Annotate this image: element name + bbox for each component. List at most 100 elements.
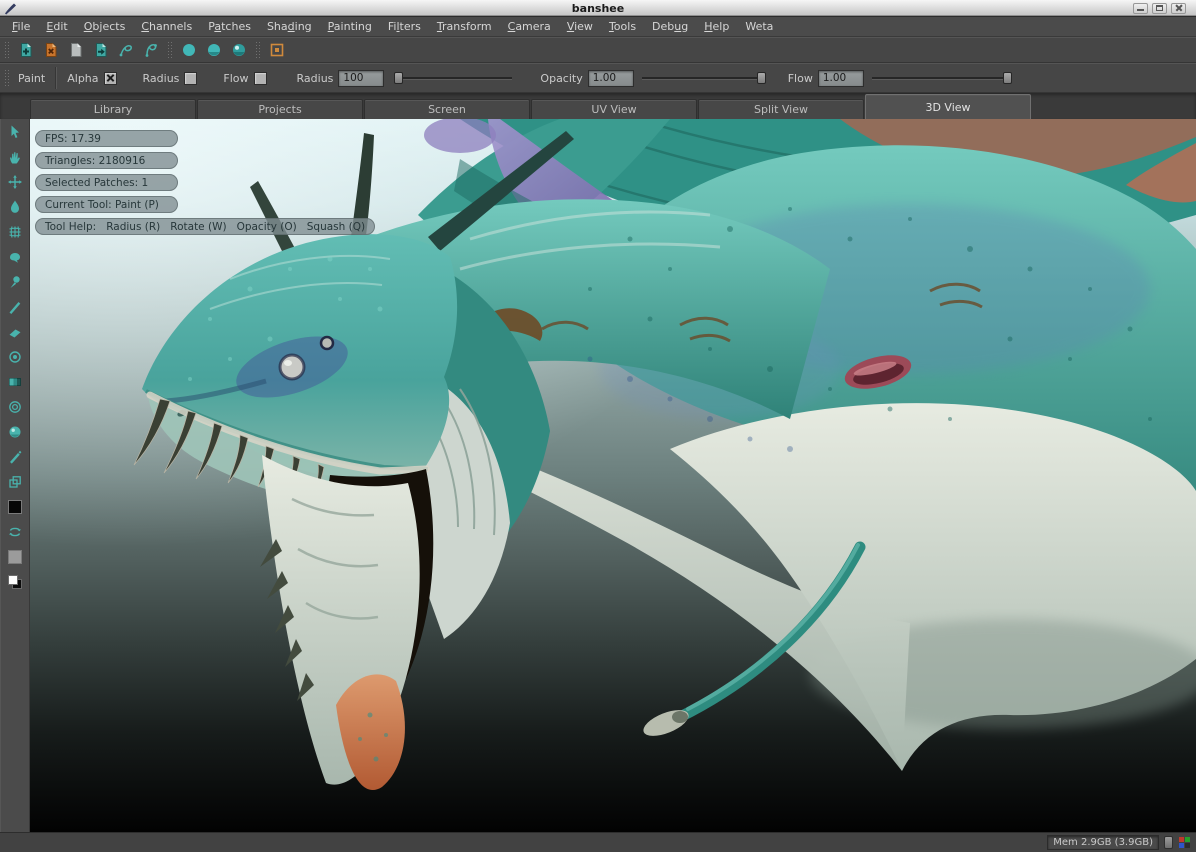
close-button[interactable] bbox=[1171, 3, 1186, 14]
tool-smear[interactable] bbox=[4, 247, 26, 267]
import-project-button[interactable] bbox=[88, 39, 113, 61]
tool-clone-stamp[interactable] bbox=[4, 472, 26, 492]
toolbar-grip[interactable] bbox=[4, 41, 9, 59]
maximize-icon bbox=[1156, 5, 1163, 11]
path-curve-icon bbox=[118, 42, 134, 58]
menu-debug[interactable]: Debug bbox=[644, 17, 696, 36]
menu-channels[interactable]: Channels bbox=[133, 17, 200, 36]
save-project-button[interactable] bbox=[63, 39, 88, 61]
menu-objects[interactable]: Objects bbox=[76, 17, 134, 36]
select-arrow-icon bbox=[7, 124, 23, 140]
doc-import-icon bbox=[93, 42, 109, 58]
translate-icon bbox=[7, 174, 23, 190]
menu-help[interactable]: Help bbox=[696, 17, 737, 36]
menu-weta[interactable]: Weta bbox=[737, 17, 781, 36]
status-handle[interactable] bbox=[1164, 836, 1173, 849]
shading-shaded-button[interactable] bbox=[201, 39, 226, 61]
tool-liquify[interactable] bbox=[4, 197, 26, 217]
tool-eraser[interactable] bbox=[4, 322, 26, 342]
menu-bar: FileEditObjectsChannelsPatchesShadingPai… bbox=[0, 16, 1196, 37]
tool-transform[interactable] bbox=[4, 172, 26, 192]
radius-slider-label: Radius bbox=[297, 72, 334, 85]
flow-slider-handle[interactable] bbox=[1003, 72, 1012, 84]
opacity-slider-handle[interactable] bbox=[757, 72, 766, 84]
opacity-slider[interactable] bbox=[642, 71, 766, 85]
new-project-button[interactable] bbox=[13, 39, 38, 61]
minimize-button[interactable] bbox=[1133, 3, 1148, 14]
tool-sphere-paint[interactable] bbox=[4, 422, 26, 442]
color-channels-icon[interactable] bbox=[1178, 836, 1191, 849]
menu-file[interactable]: File bbox=[4, 17, 38, 36]
gradient-icon bbox=[7, 374, 23, 390]
tool-gradient[interactable] bbox=[4, 372, 26, 392]
close-icon bbox=[1175, 4, 1183, 12]
tab-3d-view[interactable]: 3D View bbox=[865, 94, 1031, 119]
shading-flat-button[interactable] bbox=[176, 39, 201, 61]
tool-select[interactable] bbox=[4, 122, 26, 142]
spline-curve-icon bbox=[143, 42, 159, 58]
radius-toggle-label: Radius bbox=[143, 72, 180, 85]
radius-field[interactable]: 100 bbox=[338, 70, 384, 87]
pin-icon bbox=[7, 274, 23, 290]
alpha-checkbox[interactable] bbox=[104, 72, 117, 85]
radius-checkbox[interactable] bbox=[184, 72, 197, 85]
radius-slider[interactable] bbox=[394, 71, 512, 85]
hud-fps: FPS: 17.39 bbox=[35, 130, 178, 147]
viewport-3d[interactable]: FPS: 17.39 Triangles: 2180916 Selected P… bbox=[30, 119, 1196, 832]
menu-tools[interactable]: Tools bbox=[601, 17, 644, 36]
memory-indicator: Mem 2.9GB (3.9GB) bbox=[1047, 835, 1159, 850]
tool-palette bbox=[0, 119, 30, 832]
menu-edit[interactable]: Edit bbox=[38, 17, 75, 36]
alpha-toggle-label: Alpha bbox=[67, 72, 98, 85]
active-tool-label: Paint bbox=[18, 72, 45, 85]
menu-shading[interactable]: Shading bbox=[259, 17, 320, 36]
tool-paint[interactable] bbox=[4, 297, 26, 317]
opacity-field[interactable]: 1.00 bbox=[588, 70, 634, 87]
menu-camera[interactable]: Camera bbox=[500, 17, 559, 36]
swap-colors-icon bbox=[7, 524, 23, 540]
dodge-icon bbox=[7, 349, 23, 365]
spline-tool-button[interactable] bbox=[138, 39, 163, 61]
tool-warp-grid[interactable] bbox=[4, 222, 26, 242]
tool-pan[interactable] bbox=[4, 147, 26, 167]
clone-icon bbox=[7, 474, 23, 490]
tool-background-color[interactable] bbox=[4, 547, 26, 567]
path-tool-button[interactable] bbox=[113, 39, 138, 61]
tool-reset-colors[interactable] bbox=[4, 572, 26, 592]
radius-slider-handle[interactable] bbox=[394, 72, 403, 84]
tool-foreground-color[interactable] bbox=[4, 497, 26, 517]
maximize-button[interactable] bbox=[1152, 3, 1167, 14]
title-bar: banshee bbox=[0, 0, 1196, 16]
blur-rings-icon bbox=[7, 399, 23, 415]
toolbar-grip[interactable] bbox=[167, 41, 172, 59]
tool-dodge[interactable] bbox=[4, 347, 26, 367]
menu-painting[interactable]: Painting bbox=[320, 17, 380, 36]
toolbar-grip[interactable] bbox=[4, 69, 9, 87]
tool-pin[interactable] bbox=[4, 272, 26, 292]
projection-mode-button[interactable] bbox=[264, 39, 289, 61]
flow-checkbox[interactable] bbox=[254, 72, 267, 85]
eraser-icon bbox=[7, 324, 23, 340]
shading-specular-button[interactable] bbox=[226, 39, 251, 61]
flow-field[interactable]: 1.00 bbox=[818, 70, 864, 87]
menu-filters[interactable]: Filters bbox=[380, 17, 429, 36]
menu-view[interactable]: View bbox=[559, 17, 601, 36]
tab-uv-view[interactable]: UV View bbox=[531, 99, 697, 119]
menu-transform[interactable]: Transform bbox=[429, 17, 500, 36]
doc-new-icon bbox=[18, 42, 34, 58]
tab-projects[interactable]: Projects bbox=[197, 99, 363, 119]
sphere-shaded-icon bbox=[206, 42, 222, 58]
sphere-flat-icon bbox=[181, 42, 197, 58]
warp-grid-icon bbox=[7, 224, 23, 240]
tab-split-view[interactable]: Split View bbox=[698, 99, 864, 119]
toolbar-grip[interactable] bbox=[255, 41, 260, 59]
tool-swap-colors[interactable] bbox=[4, 522, 26, 542]
menu-patches[interactable]: Patches bbox=[200, 17, 259, 36]
close-project-button[interactable] bbox=[38, 39, 63, 61]
tab-library[interactable]: Library bbox=[30, 99, 196, 119]
tool-blur[interactable] bbox=[4, 397, 26, 417]
smear-icon bbox=[7, 249, 23, 265]
tool-pen[interactable] bbox=[4, 447, 26, 467]
tab-screen[interactable]: Screen bbox=[364, 99, 530, 119]
flow-slider[interactable] bbox=[872, 71, 1012, 85]
